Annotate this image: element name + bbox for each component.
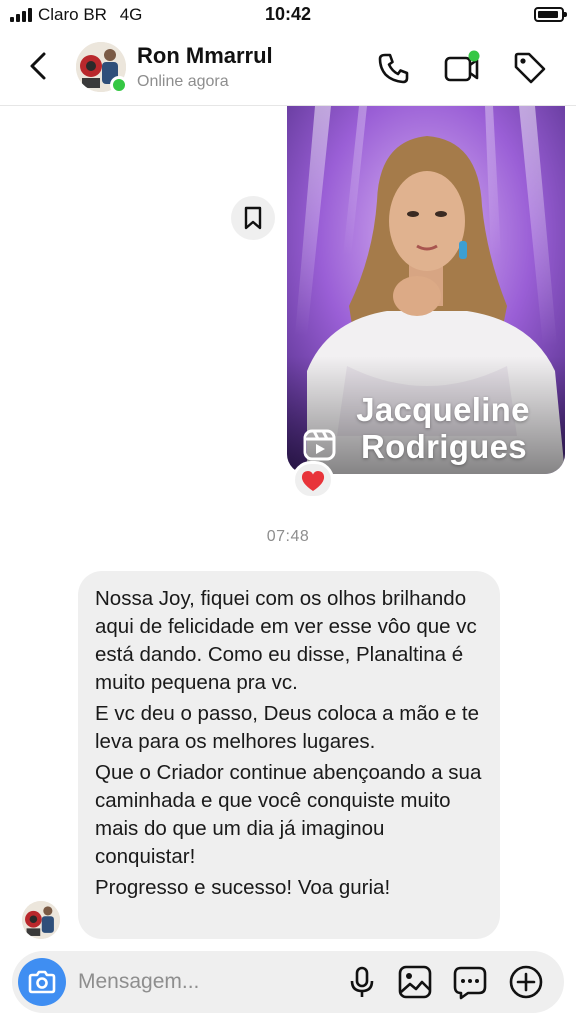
message-paragraph: Progresso e sucesso! Voa guria! — [95, 876, 391, 899]
reel-caption-line2: Rodrigues — [361, 428, 527, 465]
status-bar: Claro BR 4G 10:42 — [0, 0, 576, 30]
camera-icon — [28, 970, 56, 994]
heart-icon — [301, 471, 325, 491]
message-paragraph: Que o Criador continue abençoando a sua … — [95, 761, 482, 868]
contact-avatar-button[interactable] — [76, 42, 128, 94]
plus-icon — [509, 965, 543, 999]
sticker-button[interactable] — [452, 964, 488, 1000]
contact-status: Online agora — [137, 73, 229, 90]
camera-button[interactable] — [18, 958, 66, 1006]
chat-header: Ron Mmarrul Online agora — [0, 30, 576, 106]
back-button[interactable] — [20, 46, 56, 86]
reel-caption-line1: Jacqueline — [356, 391, 530, 428]
more-options-button[interactable] — [508, 964, 544, 1000]
voice-call-button[interactable] — [374, 48, 414, 88]
video-call-icon — [444, 50, 480, 82]
sender-avatar[interactable] — [22, 901, 60, 939]
message-paragraph: E vc deu o passo, Deus coloca a mão e te… — [95, 702, 480, 753]
message-composer — [12, 951, 564, 1013]
incoming-message-bubble[interactable]: Nossa Joy, fiquei com os olhos brilhando… — [78, 571, 500, 939]
message-timestamp: 07:48 — [266, 528, 310, 545]
online-status-dot — [110, 76, 128, 94]
message-paragraph: Nossa Joy, fiquei com os olhos brilhando… — [95, 587, 477, 694]
message-input[interactable] — [78, 951, 338, 1013]
gallery-icon — [398, 965, 432, 999]
status-time: 10:42 — [264, 4, 312, 24]
tag-button[interactable] — [510, 48, 550, 88]
gallery-button[interactable] — [397, 964, 433, 1000]
back-chevron-icon — [30, 52, 46, 80]
voice-message-button[interactable] — [344, 964, 380, 1000]
battery-icon — [534, 7, 567, 22]
phone-icon — [378, 53, 409, 84]
video-call-button[interactable] — [442, 48, 482, 88]
save-reel-button[interactable] — [231, 196, 275, 240]
shared-reel-card[interactable]: Jacqueline Rodrigues — [287, 106, 565, 474]
sticker-icon — [453, 966, 487, 1000]
contact-name[interactable]: Ron Mmarrul — [137, 43, 273, 69]
microphone-icon — [350, 966, 374, 997]
heart-reaction[interactable] — [292, 461, 334, 499]
tag-icon — [514, 52, 546, 84]
bookmark-icon — [244, 206, 262, 230]
